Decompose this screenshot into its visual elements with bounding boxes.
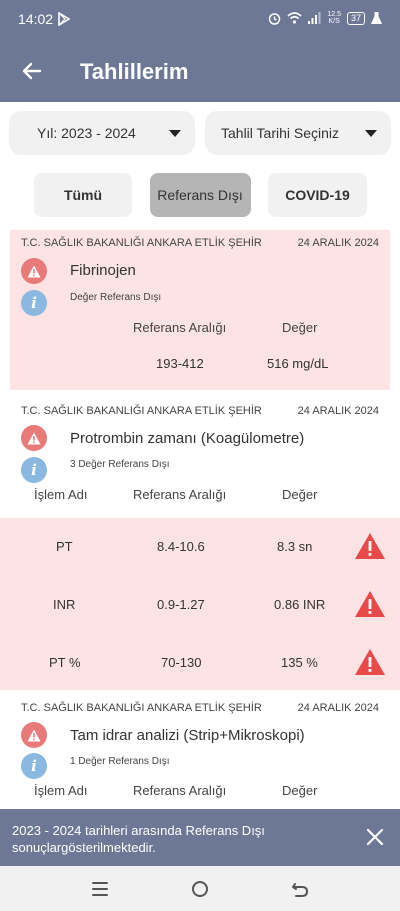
status-bar: 14:02 12.5 K/S 37 [0, 0, 400, 40]
battery-indicator: 37 [346, 11, 365, 25]
info-icon: i [21, 457, 47, 483]
info-icon: i [21, 290, 47, 316]
test-date-dropdown-label: Tahlil Tarihi Seçiniz [221, 125, 340, 141]
test-name: Fibrinojen [70, 262, 136, 279]
page-title: Tahlillerim [80, 59, 189, 84]
year-dropdown-label: Yıl: 2023 - 2024 [37, 125, 136, 141]
hospital-name: T.C. SAĞLIK BAKANLIĞI ANKARA ETLİK ŞEHİR [21, 237, 262, 249]
column-header-name: İşlem Adı [34, 487, 88, 502]
alert-triangle-icon [355, 649, 385, 675]
filter-row: Yıl: 2023 - 2024 Tahlil Tarihi Seçiniz [9, 111, 391, 155]
column-header-reference: Referans Aralığı [133, 783, 227, 798]
row-name: PT % [49, 655, 81, 670]
column-header-value: Değer [282, 487, 318, 502]
column-header-value: Değer [282, 783, 318, 798]
chevron-down-icon [169, 129, 181, 137]
alert-triangle-icon [355, 533, 385, 559]
warning-icon [21, 425, 47, 451]
row-reference: 8.4-10.6 [157, 539, 205, 554]
signal-icon [308, 12, 321, 24]
test-date-dropdown[interactable]: Tahlil Tarihi Seçiniz [205, 111, 391, 155]
info-snackbar: 2023 - 2024 tarihleri arasında Referans … [0, 809, 400, 866]
row-value: 8.3 sn [277, 539, 313, 554]
result-date: 24 ARALIK 2024 [297, 702, 379, 714]
table-row[interactable]: PT 8.4-10.6 8.3 sn [0, 518, 400, 576]
warning-icon [21, 722, 47, 748]
column-header-reference: Referans Aralığı [133, 320, 227, 335]
row-name: PT [56, 539, 73, 554]
alarm-icon [269, 12, 281, 25]
flask-icon [371, 11, 382, 24]
home-circle-icon[interactable] [190, 879, 210, 899]
app-bar: Tahlillerim [0, 40, 400, 102]
result-value: 516 mg/dL [267, 356, 329, 371]
reference-range: 193-412 [156, 356, 204, 371]
column-header-name: İşlem Adı [34, 783, 88, 798]
out-of-range-note: 3 Değer Referans Dışı [70, 459, 170, 470]
out-of-range-note: 1 Değer Referans Dışı [70, 756, 170, 767]
result-rows: PT 8.4-10.6 8.3 sn INR 0.9-1.27 0.86 INR… [0, 518, 400, 690]
row-name: INR [53, 597, 76, 612]
tab-all[interactable]: Tümü [34, 173, 132, 217]
status-time: 14:02 [18, 11, 54, 27]
row-reference: 0.9-1.27 [157, 597, 205, 612]
column-header-value: Değer [282, 320, 318, 335]
net-speed: 12.5 K/S [327, 11, 341, 25]
row-reference: 70-130 [161, 655, 202, 670]
result-card-urinalysis[interactable]: T.C. SAĞLIK BAKANLIĞI ANKARA ETLİK ŞEHİR… [0, 694, 400, 809]
table-row[interactable]: INR 0.9-1.27 0.86 INR [0, 576, 400, 634]
info-icon: i [21, 753, 47, 779]
result-date: 24 ARALIK 2024 [297, 405, 379, 417]
result-card-fibrinojen[interactable]: T.C. SAĞLIK BAKANLIĞI ANKARA ETLİK ŞEHİR… [10, 230, 390, 390]
chevron-down-icon [365, 129, 377, 137]
result-card-protrombin[interactable]: T.C. SAĞLIK BAKANLIĞI ANKARA ETLİK ŞEHİR… [0, 398, 400, 690]
hospital-name: T.C. SAĞLIK BAKANLIĞI ANKARA ETLİK ŞEHİR [21, 702, 262, 714]
result-date: 24 ARALIK 2024 [297, 237, 379, 249]
tab-out-of-range[interactable]: Referans Dışı [149, 173, 251, 217]
row-value: 135 % [281, 655, 318, 670]
test-name: Tam idrar analizi (Strip+Mikroskopi) [70, 727, 305, 744]
row-value: 0.86 INR [274, 597, 326, 612]
close-icon[interactable] [366, 828, 384, 846]
back-icon[interactable] [290, 879, 310, 899]
alert-triangle-icon [355, 591, 385, 617]
warning-icon [21, 258, 47, 284]
tab-covid[interactable]: COVID-19 [268, 173, 367, 217]
system-nav-bar [0, 866, 400, 911]
out-of-range-note: Değer Referans Dışı [70, 292, 162, 303]
hospital-name: T.C. SAĞLIK BAKANLIĞI ANKARA ETLİK ŞEHİR [21, 405, 262, 417]
back-arrow-icon[interactable] [20, 59, 44, 83]
snackbar-message: 2023 - 2024 tarihleri arasında Referans … [12, 823, 265, 855]
table-row[interactable]: PT % 70-130 135 % [0, 634, 400, 690]
column-header-reference: Referans Aralığı [133, 487, 227, 502]
play-store-icon [58, 12, 70, 26]
recents-menu-icon[interactable] [90, 879, 110, 899]
filter-tabs: Tümü Referans Dışı COVID-19 [34, 173, 367, 217]
wifi-icon [287, 12, 302, 24]
year-dropdown[interactable]: Yıl: 2023 - 2024 [9, 111, 195, 155]
test-name: Protrombin zamanı (Koagülometre) [70, 430, 305, 447]
